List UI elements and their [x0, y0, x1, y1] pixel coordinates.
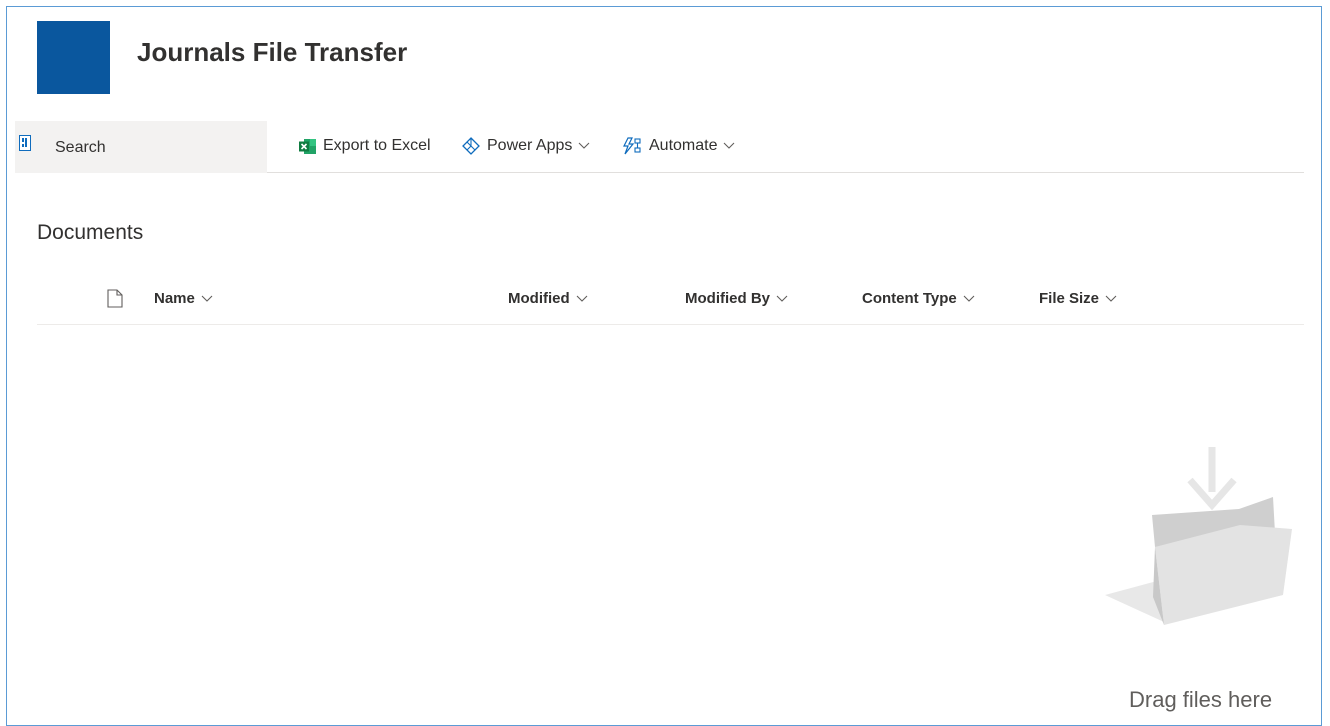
export-to-excel-label: Export to Excel [323, 137, 431, 154]
column-header-row: Name Modified Modified By Content Type F… [37, 279, 1304, 325]
chevron-down-icon [724, 142, 735, 149]
site-title[interactable]: Journals File Transfer [137, 37, 407, 68]
search-icon [19, 135, 31, 151]
column-header-label: File Size [1039, 290, 1100, 307]
column-header-modified-by[interactable]: Modified By [685, 290, 788, 307]
automate-label: Automate [649, 137, 718, 154]
column-header-label: Modified By [685, 290, 770, 307]
search-label: Search [55, 139, 106, 156]
column-header-label: Modified [508, 290, 570, 307]
file-type-icon[interactable] [107, 289, 123, 308]
command-bar: Export to Excel Power Apps Automate [267, 121, 1304, 173]
power-apps-label: Power Apps [487, 137, 573, 154]
empty-folder-illustration [1105, 447, 1292, 625]
column-header-label: Content Type [862, 290, 957, 307]
chevron-down-icon [776, 295, 788, 302]
column-header-modified[interactable]: Modified [508, 290, 588, 307]
site-logo[interactable] [37, 21, 110, 94]
power-apps-button[interactable]: Power Apps [462, 137, 590, 155]
power-apps-icon [462, 137, 480, 155]
chevron-down-icon [1105, 295, 1117, 302]
chevron-down-icon [576, 295, 588, 302]
search-box[interactable]: Search [15, 121, 267, 173]
column-header-content-type[interactable]: Content Type [862, 290, 975, 307]
chevron-down-icon [201, 295, 213, 302]
column-header-file-size[interactable]: File Size [1039, 290, 1117, 307]
export-to-excel-button[interactable]: Export to Excel [299, 137, 431, 155]
chevron-down-icon [579, 142, 590, 149]
automate-icon [623, 137, 641, 155]
excel-icon [299, 138, 316, 154]
library-title[interactable]: Documents [37, 221, 143, 245]
app-frame: Journals File Transfer Search Export to … [6, 6, 1322, 726]
column-header-name[interactable]: Name [154, 290, 213, 307]
automate-button[interactable]: Automate [622, 137, 735, 155]
chevron-down-icon [963, 295, 975, 302]
drag-files-hint: Drag files here [1129, 687, 1273, 712]
column-header-label: Name [154, 290, 195, 307]
